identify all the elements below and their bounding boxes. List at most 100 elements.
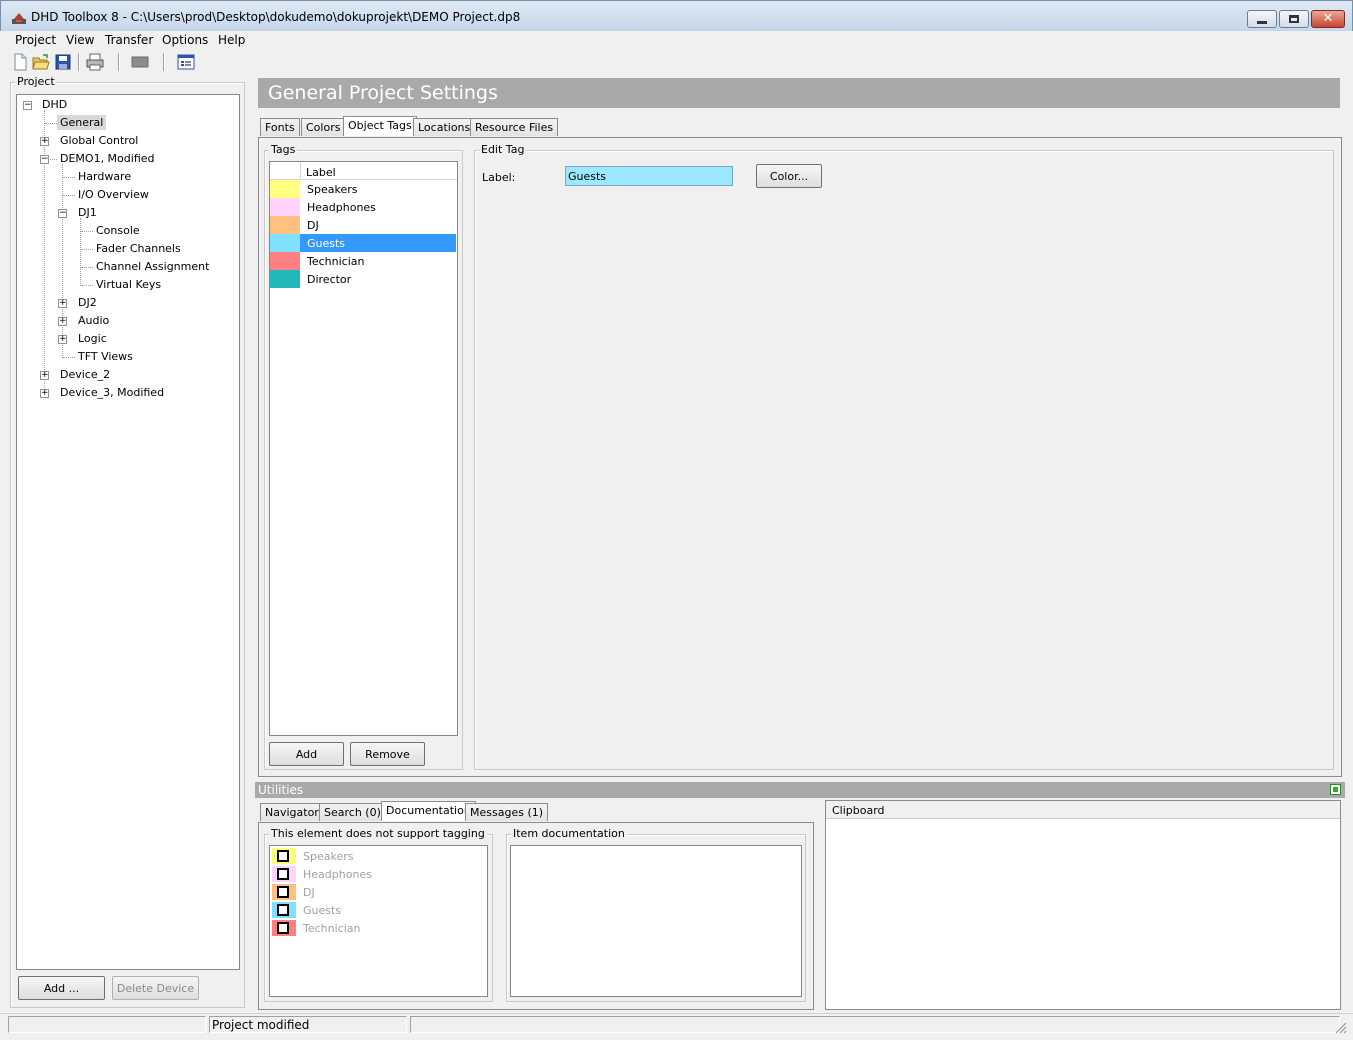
doc-tag-checkbox[interactable]	[277, 868, 289, 880]
tag-color-swatch	[270, 234, 300, 252]
tab-messages[interactable]: Messages (1)	[465, 803, 549, 821]
tag-list-item[interactable]: Guests	[270, 234, 456, 252]
resize-grip-icon[interactable]	[1333, 1020, 1347, 1034]
tree-guide	[63, 195, 75, 196]
tree-item-dhd[interactable]: DHD	[39, 97, 70, 112]
tab-colors[interactable]: Colors	[301, 118, 346, 136]
tree-guide	[81, 231, 93, 232]
expand-icon[interactable]: +	[40, 137, 49, 146]
expand-icon[interactable]: +	[40, 371, 49, 380]
doc-tag-checkbox[interactable]	[277, 904, 289, 916]
maximize-pane-icon[interactable]	[1330, 784, 1341, 795]
collapse-icon[interactable]: −	[23, 101, 32, 110]
tab-object-tags[interactable]: Object Tags	[343, 116, 417, 136]
doc-tag-item: Speakers	[270, 847, 485, 865]
tags-list[interactable]: Label Speakers Headphones DJ Guests Technici…	[269, 161, 458, 736]
tab-search[interactable]: Search (0)	[319, 803, 386, 821]
save-icon[interactable]	[54, 53, 72, 71]
settings-header: General Project Settings	[258, 78, 1340, 108]
tag-list-item[interactable]: Speakers	[270, 180, 456, 198]
tag-list-item[interactable]: DJ	[270, 216, 456, 234]
tag-label-input[interactable]	[565, 166, 733, 186]
tree-item-hardware[interactable]: Hardware	[75, 169, 134, 184]
close-icon: ✕	[1322, 11, 1334, 26]
toolbar-separator	[78, 53, 80, 71]
menu-options[interactable]: Options	[162, 33, 208, 47]
doc-tag-checkbox[interactable]	[277, 922, 289, 934]
menu-bar: Project View Transfer Options Help	[0, 31, 1353, 49]
tab-locations[interactable]: Locations	[413, 118, 476, 136]
properties-icon[interactable]	[177, 53, 195, 71]
tree-item-device2[interactable]: Device_2	[57, 367, 113, 382]
restore-button[interactable]	[1279, 10, 1309, 28]
utilities-header: Utilities	[255, 782, 1345, 798]
tree-item-dj1[interactable]: DJ1	[75, 205, 100, 220]
delete-device-button[interactable]: Delete Device	[112, 976, 199, 1000]
menu-view[interactable]: View	[66, 33, 94, 47]
tab-documentation[interactable]: Documentation	[381, 801, 476, 821]
tree-item-tft-views[interactable]: TFT Views	[75, 349, 136, 364]
tag-list-item[interactable]: Director	[270, 270, 456, 288]
tab-resource-files[interactable]: Resource Files	[470, 118, 559, 136]
label-caption: Label:	[482, 171, 516, 184]
tree-item-fader-channels[interactable]: Fader Channels	[93, 241, 184, 256]
minimize-button[interactable]	[1247, 10, 1277, 28]
doc-tag-label: Technician	[303, 922, 361, 935]
tree-item-global-control[interactable]: Global Control	[57, 133, 141, 148]
expand-icon[interactable]: +	[58, 335, 67, 344]
tree-item-logic[interactable]: Logic	[75, 331, 110, 346]
tag-color-swatch	[270, 270, 300, 288]
menu-transfer[interactable]: Transfer	[105, 33, 153, 47]
tree-guide	[81, 285, 93, 286]
status-pane-right	[410, 1016, 1340, 1033]
tree-item-audio[interactable]: Audio	[75, 313, 112, 328]
print-icon[interactable]	[86, 53, 104, 71]
doc-tags-list[interactable]: Speakers Headphones DJ Guests Technician	[269, 845, 488, 997]
tree-item-device3[interactable]: Device_3, Modified	[57, 385, 167, 400]
remove-tag-button[interactable]: Remove	[350, 742, 425, 766]
menu-help[interactable]: Help	[218, 33, 245, 47]
tags-list-header: Label	[270, 162, 457, 180]
expand-icon[interactable]: +	[58, 317, 67, 326]
tree-guide	[81, 249, 93, 250]
column-header-label: Label	[306, 166, 336, 179]
tree-item-dj2[interactable]: DJ2	[75, 295, 100, 310]
new-file-icon[interactable]	[11, 53, 29, 71]
edit-tag-group: Edit Tag	[474, 143, 1334, 770]
expand-icon[interactable]: +	[58, 299, 67, 308]
add-device-button[interactable]: Add ...	[18, 976, 105, 1000]
doc-tag-checkbox[interactable]	[277, 886, 289, 898]
color-button[interactable]: Color...	[756, 164, 822, 188]
open-folder-icon[interactable]	[32, 53, 50, 71]
clipboard-panel[interactable]: Clipboard	[825, 800, 1341, 1010]
doc-tag-item: Headphones	[270, 865, 485, 883]
page-title: General Project Settings	[268, 82, 498, 104]
doc-tag-checkbox[interactable]	[277, 850, 289, 862]
tag-list-item[interactable]: Headphones	[270, 198, 456, 216]
tag-list-item[interactable]: Technician	[270, 252, 456, 270]
add-tag-button[interactable]: Add	[269, 742, 344, 766]
close-button[interactable]: ✕	[1311, 10, 1345, 28]
tree-item-channel-assignment[interactable]: Channel Assignment	[93, 259, 212, 274]
menu-project[interactable]: Project	[15, 33, 56, 47]
collapse-icon[interactable]: −	[58, 209, 67, 218]
tag-color-swatch	[270, 198, 300, 216]
tree-item-general[interactable]: General	[57, 115, 107, 130]
tag-label: Headphones	[307, 201, 376, 214]
item-documentation-text[interactable]	[510, 845, 802, 997]
app-icon	[12, 13, 26, 24]
tagging-legend: This element does not support tagging	[269, 827, 487, 840]
collapse-icon[interactable]: −	[40, 155, 49, 164]
toolbar-separator	[118, 53, 120, 71]
tree-item-console[interactable]: Console	[93, 223, 143, 238]
tree-item-virtual-keys[interactable]: Virtual Keys	[93, 277, 164, 292]
tag-label: Guests	[307, 237, 346, 250]
project-tree[interactable]: − DHD General + Global Control − DEMO1, …	[16, 94, 240, 970]
tree-item-io-overview[interactable]: I/O Overview	[75, 187, 152, 202]
tab-fonts[interactable]: Fonts	[260, 118, 300, 136]
tab-navigator[interactable]: Navigator	[260, 803, 324, 821]
tree-guide	[62, 164, 63, 358]
tree-item-demo1[interactable]: DEMO1, Modified	[57, 151, 158, 166]
device-icon[interactable]	[131, 53, 149, 71]
expand-icon[interactable]: +	[40, 389, 49, 398]
